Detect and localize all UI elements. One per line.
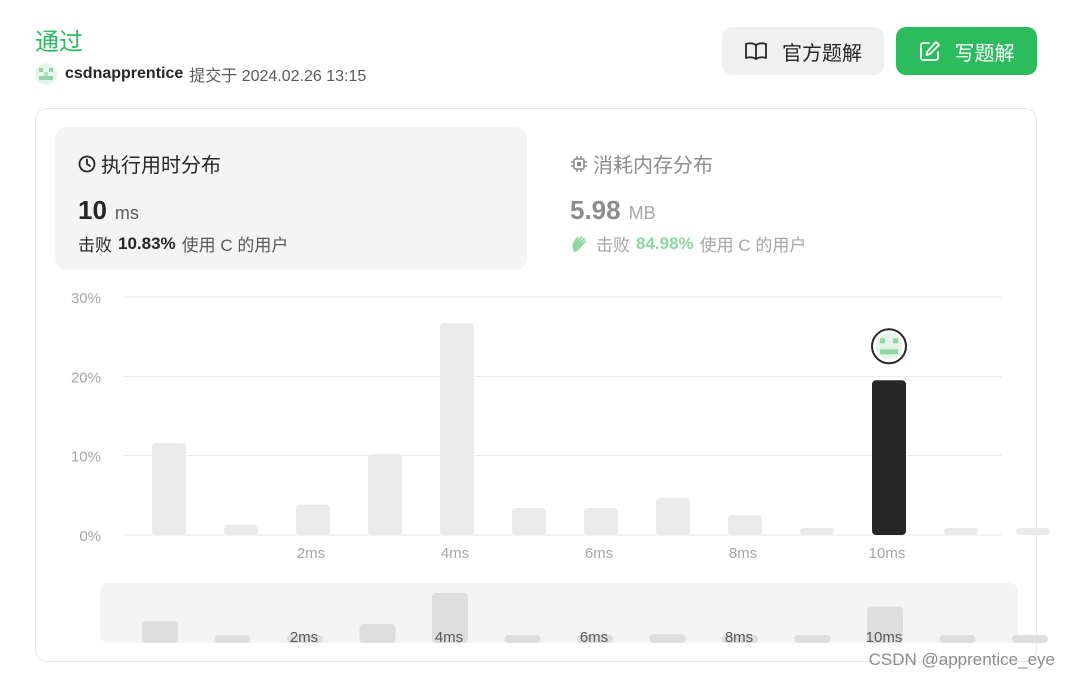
- y-tick-label: 30%: [71, 290, 101, 307]
- marker-mouth: [880, 349, 898, 355]
- navigator-bar: [142, 621, 178, 643]
- bar[interactable]: [944, 527, 978, 535]
- bar[interactable]: [512, 508, 546, 535]
- bar[interactable]: [656, 497, 690, 535]
- x-tick-label: 6ms: [585, 545, 613, 562]
- navigator-bar: [649, 634, 686, 643]
- navigator-bar: [504, 635, 541, 643]
- navigator-tick-label: 4ms: [435, 629, 463, 646]
- marker-eye: [893, 338, 898, 344]
- selected-marker-avatar: [871, 328, 907, 365]
- navigator-bar: [794, 635, 831, 643]
- bar[interactable]: [728, 515, 762, 535]
- y-tick-label: 20%: [71, 369, 101, 386]
- runtime-distribution-chart[interactable]: 0% 10% 20% 30% 2ms 4ms 6ms 8ms 10ms 2ms 4ms 6ms 8m…: [0, 0, 1071, 680]
- y-tick-label: 10%: [71, 449, 101, 466]
- navigator-bar: [1012, 635, 1048, 643]
- watermark: CSDN @apprentice_eye: [868, 650, 1055, 669]
- x-tick-label: 4ms: [441, 545, 469, 562]
- bar[interactable]: [1016, 527, 1050, 535]
- navigator-tick-label: 10ms: [866, 629, 903, 646]
- bar[interactable]: [440, 323, 474, 535]
- bar[interactable]: [296, 504, 330, 535]
- bar[interactable]: [224, 524, 258, 535]
- y-tick-label: 0%: [79, 528, 101, 545]
- navigator-bar: [359, 623, 396, 643]
- bar[interactable]: [800, 527, 834, 535]
- bar[interactable]: [368, 454, 402, 535]
- bar-selected[interactable]: [872, 380, 906, 535]
- marker-face: [876, 333, 902, 360]
- navigator-bar: [939, 635, 976, 643]
- navigator-tick-label: 8ms: [725, 629, 753, 646]
- navigator-bar: [214, 635, 251, 643]
- navigator-tick-label: 2ms: [290, 629, 318, 646]
- bar[interactable]: [152, 442, 186, 535]
- marker-eye: [880, 338, 885, 344]
- x-tick-label: 2ms: [297, 545, 325, 562]
- x-tick-label: 8ms: [729, 545, 757, 562]
- bar[interactable]: [584, 508, 618, 535]
- x-tick-label: 10ms: [869, 545, 906, 562]
- navigator-tick-label: 6ms: [580, 629, 608, 646]
